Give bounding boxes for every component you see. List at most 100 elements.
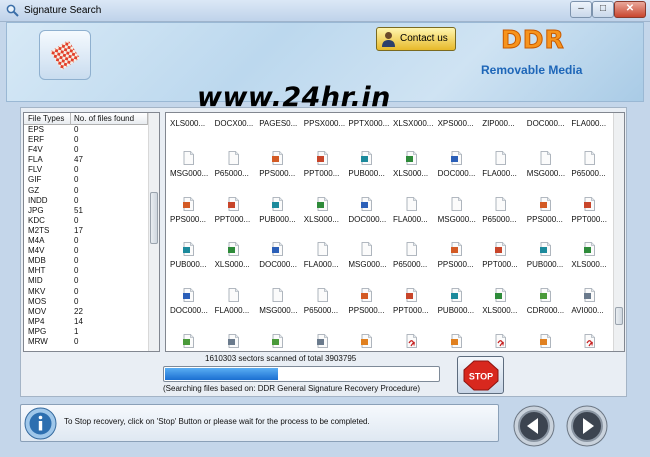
found-file-item[interactable]: P65000... [213,145,257,191]
file-type-row[interactable]: F4V 0 [24,145,149,155]
found-file-item[interactable]: PPS000... [168,191,212,237]
found-file-item[interactable]: MSG000... [436,191,480,237]
file-icon [539,288,551,303]
found-file-item[interactable]: PUB000... [436,282,480,328]
found-files-panel[interactable]: XLS000... DOCX00... PAGES0... PPSX000... PPT… [165,112,625,352]
found-file-item[interactable]: XLS000... [213,236,257,282]
found-file-item[interactable]: MSG000... [257,282,301,328]
found-file-item[interactable]: PPS000... [346,282,390,328]
found-file-item[interactable]: CDR000... [257,328,301,351]
file-type-count: 0 [74,215,79,225]
file-types-list[interactable]: File Types No. of files found EPS 0 ERF 0 F4… [23,112,160,352]
column-header-files-found[interactable]: No. of files found [74,114,134,123]
found-file-name: CDR000... [526,306,565,316]
file-type-row[interactable]: EPS 0 [24,125,149,135]
found-file-item[interactable]: PPS000... [525,191,569,237]
found-file-item[interactable]: PUB000... [168,236,212,282]
found-file-item[interactable]: P65000... [480,191,524,237]
file-type-row[interactable]: FLV 0 [24,165,149,175]
maximize-button[interactable]: □ [592,1,614,18]
found-file-item[interactable]: AI0001... [346,328,390,351]
found-file-item[interactable]: PDF000... [480,328,524,351]
found-file-item[interactable]: PUB000... [346,145,390,191]
file-types-scrollbar[interactable] [148,113,159,351]
next-button[interactable] [566,405,608,447]
found-file-item[interactable]: FLA000... [213,282,257,328]
found-file-item[interactable]: AVI000... [213,328,257,351]
found-file-item[interactable]: MSG000... [525,145,569,191]
file-type-row[interactable]: MDB 0 [24,256,149,266]
file-type-row[interactable]: MOS 0 [24,297,149,307]
found-file-item[interactable]: DOC000... [346,191,390,237]
file-type-row[interactable]: MP4 14 [24,317,149,327]
found-file-item[interactable]: DOC000... [168,282,212,328]
found-file-item[interactable]: AVI000... [302,328,346,351]
file-type-name: MRW [28,336,48,346]
found-file-item[interactable]: P65000... [302,282,346,328]
found-file-item[interactable]: FLA000... [391,191,435,237]
found-file-item[interactable]: DOC000... [257,236,301,282]
found-file-item[interactable]: PUB000... [257,191,301,237]
found-file-item[interactable]: MSG000... [168,145,212,191]
found-file-item[interactable]: P65000... [569,145,613,191]
file-type-count: 0 [74,336,79,346]
found-file-item[interactable]: PUB000... [525,236,569,282]
back-button[interactable] [513,405,555,447]
found-file-item[interactable]: XLS000... [302,191,346,237]
column-header-file-types[interactable]: File Types [28,114,64,123]
found-file-name: XLS000... [571,260,607,270]
found-file-item[interactable]: PDF000... [569,328,613,351]
found-file-item[interactable]: CDR000... [168,328,212,351]
found-file-item[interactable]: P65000... [391,236,435,282]
file-type-row[interactable]: GZ 0 [24,186,149,196]
contact-us-button[interactable]: Contact us [376,27,456,51]
found-file-item[interactable]: XLS000... [480,282,524,328]
found-file-item[interactable]: PPT000... [302,145,346,191]
file-type-row[interactable]: M4A 0 [24,236,149,246]
found-file-item[interactable]: PPT000... [391,282,435,328]
found-file-item[interactable]: AVI000... [569,282,613,328]
stop-button[interactable]: STOP [457,356,504,394]
file-type-row[interactable]: MPG 1 [24,327,149,337]
file-type-row[interactable]: ERF 0 [24,135,149,145]
file-type-row[interactable]: JPG 51 [24,206,149,216]
found-file-item[interactable]: XLS000... [569,236,613,282]
found-file-item[interactable]: FLA000... [302,236,346,282]
scrollbar-thumb[interactable] [615,307,623,325]
file-type-count: 0 [74,165,79,175]
found-file-name: PUB000... [526,260,564,270]
found-file-item[interactable]: FLA000... [480,145,524,191]
close-button[interactable]: ✕ [614,1,646,18]
found-file-item[interactable]: MSG000... [346,236,390,282]
found-file-item[interactable]: PDF000... [391,328,435,351]
file-icon [584,242,596,257]
file-icon [495,196,507,211]
file-type-row[interactable]: INDD 0 [24,196,149,206]
scrollbar-thumb[interactable] [150,192,158,244]
file-type-row[interactable]: KDC 0 [24,216,149,226]
found-file-item[interactable]: PPS000... [257,145,301,191]
found-file-name: FLA000... [303,260,339,270]
found-file-item[interactable]: AI0001... [525,328,569,351]
file-type-row[interactable]: M2TS 17 [24,226,149,236]
file-type-row[interactable]: MID 0 [24,276,149,286]
found-file-item[interactable]: AI0001... [436,328,480,351]
file-type-row[interactable]: M4V 0 [24,246,149,256]
found-file-item[interactable]: DOC000... [436,145,480,191]
file-type-row[interactable]: MKV 0 [24,287,149,297]
found-files-scrollbar[interactable] [613,113,624,351]
found-file-item[interactable]: CDR000... [525,282,569,328]
found-file-item[interactable]: XLS000... [391,145,435,191]
found-file-name: PPTX000... [348,119,390,128]
minimize-button[interactable]: – [570,1,592,18]
found-file-item[interactable]: PPT000... [569,191,613,237]
file-type-row[interactable]: MRW 0 [24,337,149,347]
found-file-item[interactable]: PPT000... [213,191,257,237]
file-type-row[interactable]: FLA 47 [24,155,149,165]
found-file-item[interactable]: PPT000... [480,236,524,282]
file-icon [495,242,507,257]
file-type-row[interactable]: MHT 0 [24,266,149,276]
file-type-row[interactable]: MOV 22 [24,307,149,317]
file-type-row[interactable]: GIF 0 [24,175,149,185]
found-file-item[interactable]: PPS000... [436,236,480,282]
